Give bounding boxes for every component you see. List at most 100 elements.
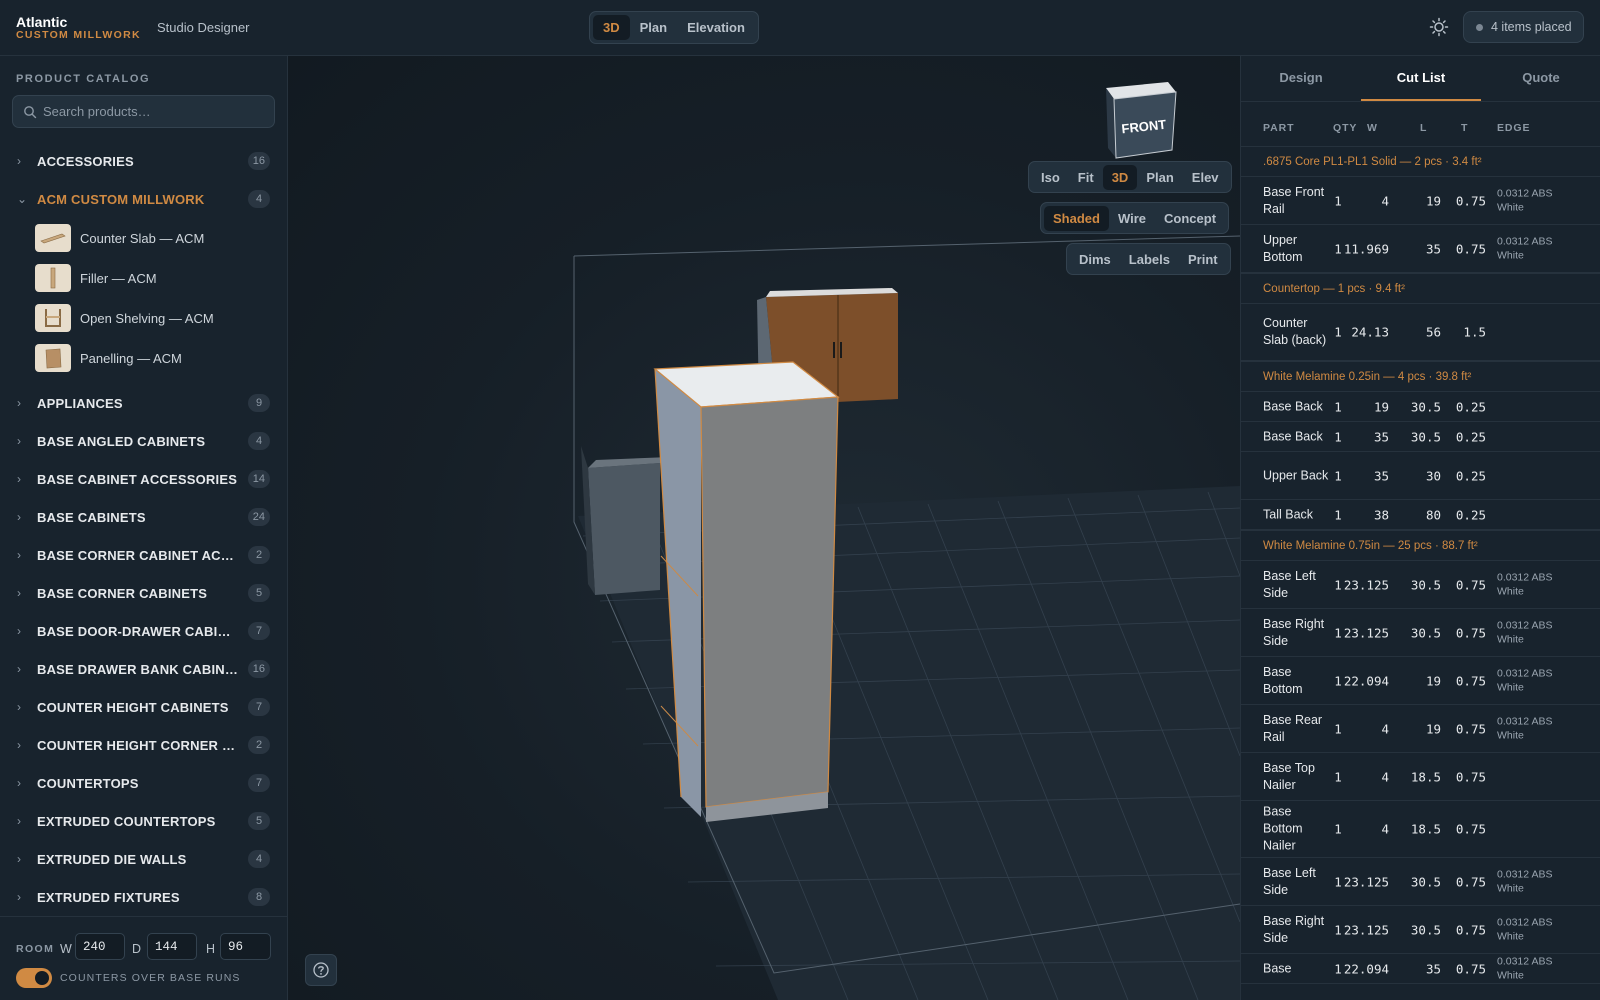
part-edge: 0.0312 ABS White — [1497, 619, 1553, 646]
part-width: 23.125 — [1343, 874, 1389, 889]
view-plan-button[interactable]: Plan — [1137, 165, 1182, 190]
view-elev-button[interactable]: Elev — [1183, 165, 1228, 190]
room-width-input[interactable] — [75, 933, 125, 960]
labels-button[interactable]: Labels — [1120, 247, 1179, 272]
cut-list-row[interactable]: Counter Slab (back) 1 24.13 56 1.5 — [1241, 304, 1600, 361]
room-settings: ROOM W D H COUNTERS OVER BASE RUNS — [0, 916, 287, 1000]
category-base-door-drawer-cabinets[interactable]: › BASE DOOR-DRAWER CABINETS 7 — [0, 612, 287, 650]
category-base-cabinet-accessories[interactable]: › BASE CABINET ACCESSORIES 14 — [0, 460, 287, 498]
category-base-corner-cabinets[interactable]: › BASE CORNER CABINETS 5 — [0, 574, 287, 612]
category-count: 4 — [248, 190, 270, 208]
tab-design[interactable]: Design — [1241, 56, 1361, 101]
mode-switch: 3D Plan Elevation — [589, 11, 759, 44]
tab-quote[interactable]: Quote — [1481, 56, 1600, 101]
cut-list-row[interactable]: Base Back 1 19 30.5 0.25 — [1241, 392, 1600, 422]
render-shaded-button[interactable]: Shaded — [1044, 205, 1109, 231]
render-wire-button[interactable]: Wire — [1109, 206, 1155, 231]
items-placed-badge[interactable]: 4 items placed — [1463, 11, 1584, 43]
product-panelling[interactable]: Panelling — ACM — [0, 338, 287, 378]
cut-list-row[interactable]: Base 1 22.094 35 0.75 0.0312 ABS White — [1241, 954, 1600, 984]
category-base-corner-cabinet-accessories[interactable]: › BASE CORNER CABINET ACCE... 2 — [0, 536, 287, 574]
panelling-thumbnail — [35, 344, 71, 372]
category-accessories[interactable]: › ACCESSORIES 16 — [0, 142, 287, 180]
cut-list-row[interactable]: Base Right Side 1 23.125 30.5 0.75 0.0312 ABS… — [1241, 906, 1600, 954]
category-extruded-fixtures[interactable]: › EXTRUDED FIXTURES 8 — [0, 878, 287, 914]
category-count: 2 — [248, 736, 270, 754]
chevron-right-icon: › — [17, 472, 21, 486]
part-name: Base Bottom Nailer — [1263, 804, 1303, 853]
catalog-title: PRODUCT CATALOG — [16, 73, 151, 85]
room-depth-input[interactable] — [147, 933, 197, 960]
chevron-right-icon: › — [17, 586, 21, 600]
product-counter-slab[interactable]: Counter Slab — ACM — [0, 218, 287, 258]
mode-3d-button[interactable]: 3D — [593, 15, 630, 40]
room-label: ROOM — [16, 943, 55, 955]
print-button[interactable]: Print — [1179, 247, 1227, 272]
tab-cut-list[interactable]: Cut List — [1361, 56, 1481, 101]
category-base-cabinets[interactable]: › BASE CABINETS 24 — [0, 498, 287, 536]
col-l: L — [1420, 122, 1428, 134]
search-input[interactable] — [43, 96, 268, 127]
chevron-right-icon: › — [17, 738, 21, 752]
cut-list-row[interactable]: Base Front Rail 1 4 19 0.75 0.0312 ABS White — [1241, 177, 1600, 225]
view-fit-button[interactable]: Fit — [1069, 165, 1103, 190]
category-base-drawer-bank-cabinet[interactable]: › BASE DRAWER BANK CABINET 16 — [0, 650, 287, 688]
cut-list-row[interactable]: Base Top Nailer 1 4 18.5 0.75 — [1241, 753, 1600, 801]
cut-list-row[interactable]: Base Left Side 1 23.125 30.5 0.75 0.0312 ABS … — [1241, 858, 1600, 906]
col-edge: EDGE — [1497, 122, 1531, 134]
search-box — [12, 95, 275, 128]
category-extruded-die-walls[interactable]: › EXTRUDED DIE WALLS 4 — [0, 840, 287, 878]
depth-label: D — [132, 942, 142, 956]
help-button[interactable] — [305, 954, 337, 986]
sun-icon[interactable] — [1429, 17, 1449, 37]
category-count: 5 — [248, 812, 270, 830]
cut-list-row[interactable]: Tall Back 1 38 80 0.25 — [1241, 500, 1600, 530]
part-name: Base Left Side — [1263, 568, 1316, 600]
part-length: 30.5 — [1410, 922, 1441, 937]
room-scene[interactable] — [288, 56, 1240, 1000]
category-acm-custom-millwork[interactable]: ⌄ ACM CUSTOM MILLWORK 4 — [0, 180, 287, 218]
category-appliances[interactable]: › APPLIANCES 9 — [0, 384, 287, 422]
part-name: Tall Back — [1263, 507, 1314, 521]
mode-elevation-button[interactable]: Elevation — [677, 15, 755, 40]
category-base-angled-cabinets[interactable]: › BASE ANGLED CABINETS 4 — [0, 422, 287, 460]
cut-list-row[interactable]: Upper Bottom 1 11.969 35 0.75 0.0312 ABS Whit… — [1241, 225, 1600, 273]
view-cube[interactable]: FRONT — [1096, 78, 1186, 160]
category-label: BASE CABINET ACCESSORIES — [37, 471, 238, 487]
right-panel: Design Cut List Quote PART QTY W L T EDG… — [1240, 56, 1600, 1000]
cut-list-row[interactable]: Base Back 1 35 30.5 0.25 — [1241, 422, 1600, 452]
part-length: 80 — [1425, 507, 1441, 522]
category-counter-height-cabinets[interactable]: › COUNTER HEIGHT CABINETS 7 — [0, 688, 287, 726]
part-length: 56 — [1425, 324, 1441, 340]
category-extruded-countertops[interactable]: › EXTRUDED COUNTERTOPS 5 — [0, 802, 287, 840]
part-name: Base Right Side — [1263, 616, 1325, 648]
cut-list-row[interactable]: Upper Back 1 35 30 0.25 — [1241, 452, 1600, 500]
view-iso-button[interactable]: Iso — [1032, 165, 1069, 190]
room-height-input[interactable] — [220, 933, 271, 960]
category-counter-height-corner-cabinets[interactable]: › COUNTER HEIGHT CORNER CA... 2 — [0, 726, 287, 764]
product-open-shelving[interactable]: Open Shelving — ACM — [0, 298, 287, 338]
product-filler[interactable]: Filler — ACM — [0, 258, 287, 298]
cut-list-row[interactable]: Base Rear Rail 1 4 19 0.75 0.0312 ABS White — [1241, 705, 1600, 753]
cut-list-row[interactable]: Base Left Side 1 23.125 30.5 0.75 0.0312 ABS … — [1241, 561, 1600, 609]
view-3d-button[interactable]: 3D — [1102, 164, 1138, 190]
render-concept-button[interactable]: Concept — [1155, 206, 1225, 231]
mode-plan-button[interactable]: Plan — [630, 15, 677, 40]
cut-list-row[interactable]: Base Right Side 1 23.125 30.5 0.75 0.0312 ABS… — [1241, 609, 1600, 657]
material-group-header: White Melamine 0.75in — 25 pcs · 88.7 ft… — [1241, 530, 1600, 561]
category-countertops[interactable]: › COUNTERTOPS 7 — [0, 764, 287, 802]
cut-list-row[interactable]: Base Bottom Nailer 1 4 18.5 0.75 — [1241, 801, 1600, 858]
cut-list-header: PART QTY W L T EDGE — [1241, 122, 1600, 142]
counters-over-base-toggle[interactable] — [16, 968, 52, 988]
part-edge: 0.0312 ABS White — [1497, 916, 1553, 943]
part-length: 30.5 — [1410, 625, 1441, 640]
dims-button[interactable]: Dims — [1070, 247, 1120, 272]
3d-viewport[interactable]: FRONT Iso Fit 3D Plan Elev Shaded Wire C… — [288, 56, 1240, 1000]
part-length: 30.5 — [1410, 577, 1441, 592]
part-thickness: 0.25 — [1455, 507, 1486, 522]
cut-list-row[interactable]: Base Bottom 1 22.094 19 0.75 0.0312 ABS White — [1241, 657, 1600, 705]
part-edge: 0.0312 ABS White — [1497, 667, 1553, 694]
category-label: BASE CORNER CABINETS — [37, 585, 208, 601]
brand-logo[interactable]: Atlantic CUSTOM MILLWORK — [16, 15, 141, 41]
part-length: 19 — [1425, 673, 1441, 688]
